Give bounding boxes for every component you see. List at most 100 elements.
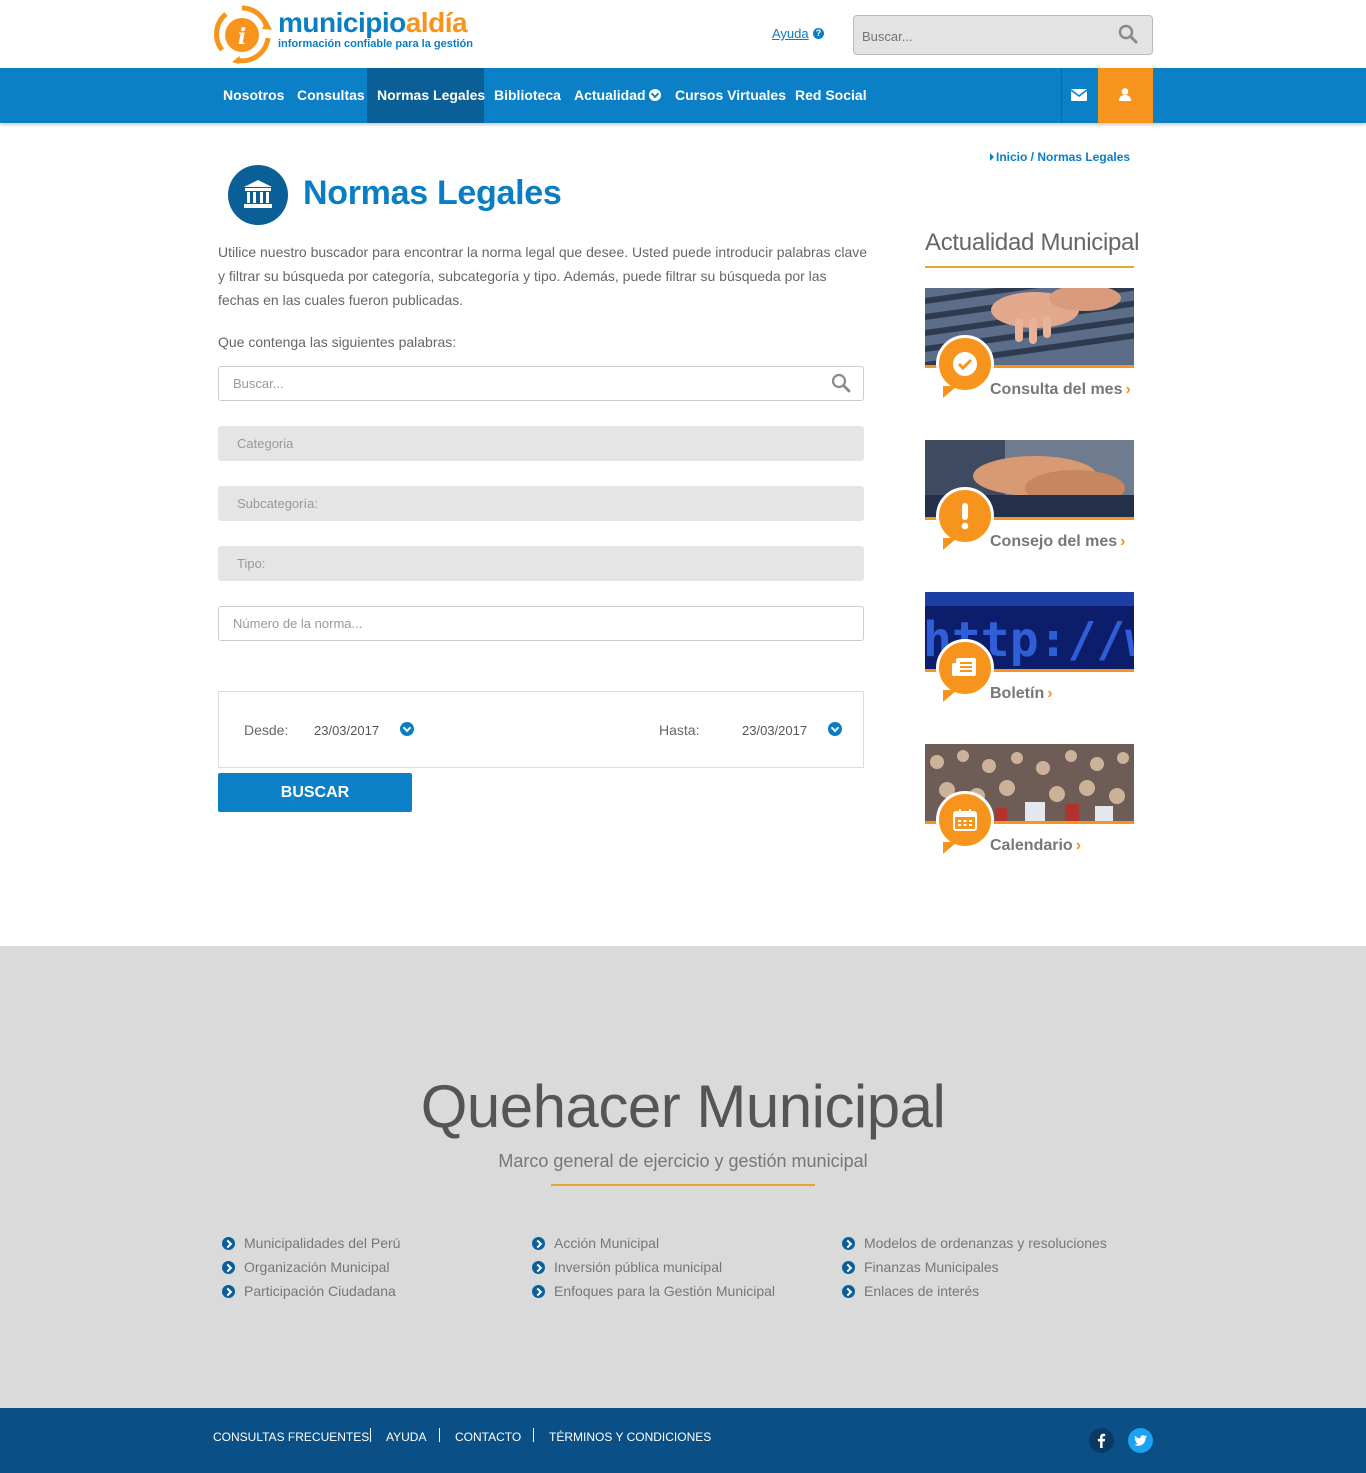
card-boletin[interactable]: http://www Boletín› [925, 592, 1134, 707]
subcategory-placeholder: Subcategoría: [237, 496, 318, 511]
footer-link-help[interactable]: AYUDA [386, 1430, 426, 1444]
footer-divider [533, 1428, 534, 1442]
quehacer-underline [551, 1184, 815, 1186]
search-icon[interactable] [1118, 24, 1138, 44]
card-label[interactable]: Calendario › [990, 837, 1081, 855]
nav-item-actualidad[interactable]: Actualidad [564, 68, 671, 123]
chevron-down-icon[interactable] [400, 722, 414, 736]
logo-tagline: información confiable para la gestión [278, 38, 473, 50]
card-badge [936, 791, 994, 854]
footer-link-faq[interactable]: CONSULTAS FRECUENTES [213, 1430, 369, 1444]
card-badge [936, 335, 994, 398]
chevron-circle-right-icon [532, 1237, 545, 1250]
chevron-right-icon: › [1120, 533, 1126, 550]
norm-number-input[interactable]: Número de la norma... [218, 606, 864, 641]
user-icon [1119, 88, 1131, 101]
sidebar-title-underline [925, 266, 1134, 268]
twitter-icon[interactable] [1128, 1428, 1153, 1453]
help-link[interactable]: Ayuda [772, 26, 809, 41]
chevron-right-icon: › [1075, 837, 1082, 854]
logo-info-icon: i [214, 5, 272, 64]
caret-right-icon [990, 153, 994, 161]
chevron-circle-right-icon [842, 1237, 855, 1250]
question-icon[interactable]: ? [813, 28, 824, 39]
type-placeholder: Tipo: [237, 556, 266, 571]
nav-item-normas-legales[interactable]: Normas Legales [367, 68, 485, 123]
keywords-input[interactable]: Buscar... [218, 366, 864, 401]
card-consejo-del-mes[interactable]: Consejo del mes › [925, 440, 1134, 555]
quehacer-link[interactable]: Municipalidades del Perú [222, 1235, 400, 1251]
logo-wordmark: municipioaldía [278, 7, 468, 38]
quehacer-link[interactable]: Inversión pública municipal [532, 1259, 722, 1275]
keywords-placeholder: Buscar... [233, 376, 284, 391]
nav-item-cursos-virtuales[interactable]: Cursos Virtuales [665, 68, 796, 123]
quehacer-link[interactable]: Enfoques para la Gestión Municipal [532, 1283, 775, 1299]
chevron-circle-right-icon [222, 1237, 235, 1250]
chevron-right-icon: › [1125, 381, 1131, 398]
card-label[interactable]: Boletín › [990, 685, 1053, 703]
chevron-down-icon[interactable] [828, 722, 842, 736]
card-badge [936, 639, 994, 702]
exclamation-icon [961, 503, 969, 530]
from-label: Desde: [244, 722, 289, 738]
breadcrumb[interactable]: Inicio / Normas Legales [990, 150, 1130, 164]
header-search [853, 15, 1153, 55]
header-search-input[interactable] [862, 26, 1102, 46]
card-label[interactable]: Consulta del mes › [990, 381, 1131, 399]
chevron-circle-right-icon [842, 1285, 855, 1298]
quehacer-link[interactable]: Organización Municipal [222, 1259, 390, 1275]
sidebar-title: Actualidad Municipal [925, 229, 1140, 256]
quehacer-link[interactable]: Enlaces de interés [842, 1283, 979, 1299]
nav-item-nosotros[interactable]: Nosotros [213, 68, 294, 123]
user-button[interactable] [1098, 68, 1153, 123]
footer-divider [439, 1428, 440, 1442]
quehacer-link[interactable]: Participación Ciudadana [222, 1283, 396, 1299]
calendar-icon [953, 809, 977, 831]
category-placeholder: Categoria [237, 436, 294, 451]
search-icon[interactable] [831, 373, 851, 393]
card-calendario[interactable]: Calendario › [925, 744, 1134, 859]
search-button[interactable]: BUSCAR [218, 773, 412, 812]
quehacer-link[interactable]: Acción Municipal [532, 1235, 659, 1251]
norm-number-placeholder: Número de la norma... [233, 616, 363, 631]
chevron-circle-right-icon [222, 1285, 235, 1298]
envelope-icon [1071, 89, 1087, 101]
to-date-value[interactable]: 23/03/2017 [742, 723, 807, 738]
chevron-down-icon [648, 89, 661, 101]
newspaper-icon [952, 658, 976, 676]
to-label: Hasta: [659, 722, 700, 738]
date-range: Desde: 23/03/2017 Hasta: 23/03/2017 [218, 691, 864, 768]
nav-item-red-social[interactable]: Red Social [785, 68, 877, 123]
subcategory-select[interactable]: Subcategoría: [218, 486, 864, 521]
keywords-label: Que contenga las siguientes palabras: [218, 334, 457, 350]
footer-link-contact[interactable]: CONTACTO [455, 1430, 521, 1444]
quehacer-subtitle: Marco general de ejercicio y gestión mun… [498, 1151, 868, 1171]
category-select[interactable]: Categoria [218, 426, 864, 461]
chevron-circle-right-icon [842, 1261, 855, 1274]
from-date-value[interactable]: 23/03/2017 [314, 723, 379, 738]
page-title: Normas Legales [303, 174, 562, 212]
chevron-circle-right-icon [532, 1285, 545, 1298]
logo[interactable]: i municipioaldía información confiable p… [212, 4, 473, 64]
type-select[interactable]: Tipo: [218, 546, 864, 581]
chevron-circle-right-icon [222, 1261, 235, 1274]
quehacer-link[interactable]: Finanzas Municipales [842, 1259, 999, 1275]
top-header: i municipioaldía información confiable p… [0, 0, 1366, 68]
mail-button[interactable] [1062, 68, 1098, 123]
footer-link-terms[interactable]: TÉRMINOS Y CONDICIONES [549, 1430, 711, 1444]
quehacer-title: Quehacer Municipal [420, 1073, 946, 1140]
chevron-circle-right-icon [532, 1261, 545, 1274]
nav-item-consultas[interactable]: Consultas [287, 68, 375, 123]
card-badge [936, 487, 994, 550]
page-icon-badge [228, 165, 288, 225]
quehacer-link[interactable]: Modelos de ordenanzas y resoluciones [842, 1235, 1107, 1251]
svg-text:i: i [238, 24, 246, 50]
footer: CONSULTAS FRECUENTES AYUDA CONTACTO TÉRM… [0, 1408, 1366, 1473]
main-nav: Nosotros Consultas Normas Legales Biblio… [0, 68, 1366, 123]
card-consulta-del-mes[interactable]: Consulta del mes › [925, 288, 1134, 403]
card-label[interactable]: Consejo del mes › [990, 533, 1125, 551]
institution-icon [244, 180, 272, 208]
facebook-icon[interactable] [1089, 1428, 1114, 1453]
footer-divider [370, 1428, 371, 1442]
nav-item-biblioteca[interactable]: Biblioteca [484, 68, 571, 123]
